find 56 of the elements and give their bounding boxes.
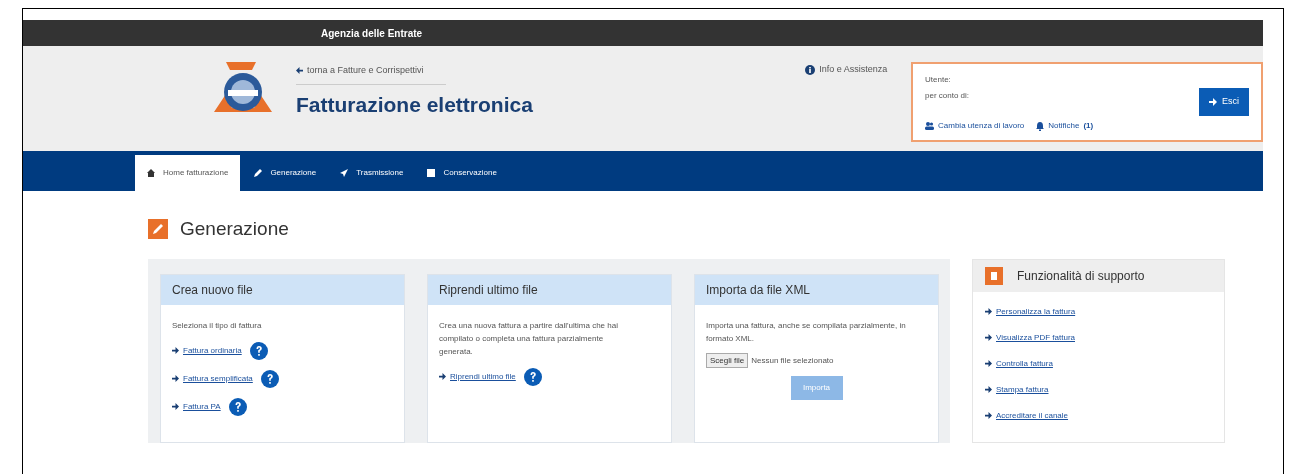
home-icon	[147, 169, 155, 177]
arrow-icon	[985, 308, 992, 315]
card-text: Crea una nuova fattura a partire dall'ultima che hai compilato o completa una fattura parzialmente generata.	[439, 319, 619, 358]
arrow-icon	[985, 360, 992, 367]
help-icon[interactable]	[228, 397, 247, 416]
help-icon[interactable]	[260, 369, 279, 388]
help-icon[interactable]	[249, 341, 268, 360]
invoice-link[interactable]: Riprendi ultimo file	[439, 370, 516, 383]
support-link[interactable]: Stampa fattura	[985, 383, 1224, 396]
arrow-icon	[172, 403, 179, 410]
app-title: Fatturazione elettronica	[295, 91, 534, 118]
card-title: Crea nuovo file	[172, 281, 253, 299]
panel-title: Funzionalità di supporto	[1017, 267, 1145, 285]
arrow-icon	[985, 334, 992, 341]
invoice-link[interactable]: Fattura semplificata	[172, 372, 253, 385]
card-title: Riprendi ultimo file	[439, 281, 538, 299]
on-behalf-label: per conto di:	[925, 90, 971, 102]
nav-tab[interactable]: Conservazione	[417, 155, 507, 191]
nav-tab[interactable]: Generazione	[244, 155, 327, 191]
archive-icon	[427, 169, 436, 177]
send-icon	[340, 169, 349, 177]
bell-icon	[1036, 121, 1045, 131]
site-name: Agenzia delle Entrate	[321, 26, 423, 41]
logout-icon	[1209, 98, 1218, 106]
invoice-link[interactable]: Fattura PA	[172, 400, 221, 413]
pencil-icon	[254, 169, 263, 177]
arrow-icon	[172, 347, 179, 354]
invoice-link[interactable]: Fattura ordinaria	[172, 344, 242, 357]
arrow-left-icon	[295, 67, 303, 75]
nav-tab[interactable]: Trasmissione	[330, 155, 414, 191]
user-label: Utente:	[925, 74, 952, 86]
support-link[interactable]: Personalizza la fattura	[985, 305, 1224, 318]
card-text: Seleziona il tipo di fattura	[172, 319, 263, 332]
info-link[interactable]: Info e Assistenza	[805, 63, 907, 77]
choose-file-button[interactable]: Scegli file	[706, 352, 749, 368]
arrow-icon	[985, 412, 992, 419]
support-link[interactable]: Accreditare il canale	[985, 409, 1224, 422]
change-user-link[interactable]: Cambia utenza di lavoro	[925, 120, 1025, 132]
support-link[interactable]: Visualizza PDF fattura	[985, 331, 1224, 344]
nav-tab[interactable]: Home fatturazione	[135, 155, 241, 191]
file-status: Nessun file selezionato	[751, 354, 834, 367]
arrow-icon	[985, 386, 992, 393]
card-text: Importa una fattura, anche se compilata parzialmente, in formato XML.	[706, 319, 906, 345]
back-link[interactable]: torna a Fatture e Corrispettivi	[295, 64, 806, 78]
notifications-link[interactable]: Notifiche (1)	[1036, 120, 1094, 132]
logout-button[interactable]: Esci	[1199, 88, 1249, 116]
help-icon[interactable]	[523, 367, 542, 386]
pencil-icon	[148, 219, 168, 240]
support-link[interactable]: Controlla fattura	[985, 357, 1224, 370]
arrow-icon	[172, 375, 179, 382]
page-title: Generazione	[180, 217, 289, 241]
users-icon	[925, 122, 934, 130]
document-icon	[985, 266, 1003, 285]
info-icon	[805, 64, 816, 75]
card-title: Importa da file XML	[706, 281, 811, 299]
arrow-icon	[439, 373, 446, 380]
